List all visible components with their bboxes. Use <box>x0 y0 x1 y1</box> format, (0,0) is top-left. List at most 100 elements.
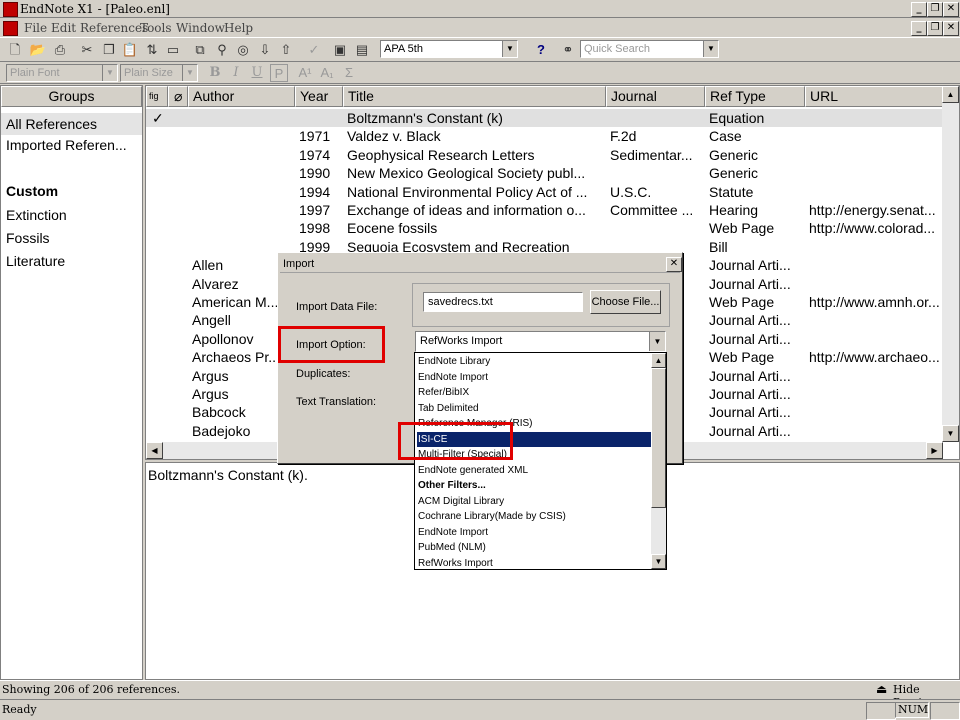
link-icon[interactable]: ⧉ <box>191 41 209 59</box>
group-literature[interactable]: Literature <box>6 253 65 269</box>
group-fossils[interactable]: Fossils <box>6 230 50 246</box>
export-icon[interactable]: ⇧ <box>277 41 295 59</box>
spellcheck-icon[interactable]: ✓ <box>305 41 323 59</box>
symbol-button[interactable]: Σ <box>340 64 358 82</box>
table-row[interactable]: 1994 National Environmental Policy Act of… <box>146 183 943 201</box>
menu-edit[interactable]: Edit <box>51 21 76 35</box>
restore-button[interactable]: ❐ <box>927 2 943 17</box>
find-fulltext-icon[interactable]: ⚲ <box>213 41 231 59</box>
scroll-down-icon[interactable]: ▼ <box>942 425 959 442</box>
window-icon[interactable]: ▤ <box>353 41 371 59</box>
superscript-button[interactable]: A¹ <box>296 64 314 82</box>
new-icon[interactable]: 🗋 <box>6 41 24 59</box>
dropdown-option[interactable]: EndNote Import <box>417 370 651 385</box>
cell-type: Journal Arti... <box>709 275 791 292</box>
plain-button[interactable]: P <box>270 64 288 82</box>
scroll-down-icon[interactable]: ▼ <box>651 554 666 569</box>
column-url[interactable]: URL <box>805 86 943 107</box>
import-icon[interactable]: ⇩ <box>256 41 274 59</box>
help-icon[interactable]: ? <box>532 41 550 59</box>
cell-type: Journal Arti... <box>709 367 791 384</box>
cell-year: 1971 <box>299 128 331 145</box>
column-title[interactable]: Title <box>343 86 606 107</box>
figure-column-header[interactable]: fig <box>146 86 168 107</box>
groups-header[interactable]: Groups <box>1 86 142 107</box>
cell-type: Journal Arti... <box>709 257 791 274</box>
minimize-button[interactable]: _ <box>911 2 927 17</box>
dropdown-option[interactable]: Refer/BibIX <box>417 385 651 400</box>
font-select[interactable]: Plain Font ▼ <box>6 64 118 82</box>
table-row[interactable]: 1990 New Mexico Geological Society publ..… <box>146 164 943 182</box>
underline-button[interactable]: U <box>248 64 266 82</box>
choose-file-button[interactable]: Choose File... <box>590 290 661 314</box>
dropdown-option[interactable]: PubMed (NLM) <box>417 540 651 555</box>
dropdown-scrollbar[interactable]: ▲ ▼ <box>651 353 666 569</box>
group-set-custom[interactable]: Custom <box>6 183 58 199</box>
cut-icon[interactable]: ✂ <box>78 41 96 59</box>
scroll-right-icon[interactable]: ▶ <box>926 442 943 459</box>
paste-icon[interactable]: 📋 <box>121 41 139 59</box>
subscript-button[interactable]: A₁ <box>318 64 336 82</box>
output-style-select[interactable]: APA 5th ▼ <box>380 40 518 58</box>
open-icon[interactable]: 📂 <box>29 41 47 59</box>
table-row[interactable]: 1997 Exchange of ideas and information o.… <box>146 201 943 219</box>
group-extinction[interactable]: Extinction <box>6 207 67 223</box>
menu-tools[interactable]: Tools <box>140 21 172 35</box>
scroll-thumb[interactable] <box>651 368 666 508</box>
vertical-scrollbar[interactable]: ▲ ▼ <box>942 86 959 442</box>
dropdown-option[interactable]: ACM Digital Library <box>417 494 651 509</box>
table-row[interactable]: ✓ Boltzmann's Constant (k) Equation <box>146 109 943 127</box>
dropdown-option[interactable]: Tab Delimited <box>417 401 651 416</box>
cell-type: Generic <box>709 146 759 163</box>
close-button[interactable]: ✕ <box>943 2 959 17</box>
doc-close-button[interactable]: ✕ <box>943 21 959 36</box>
group-all-references[interactable]: All References <box>1 113 142 135</box>
cell-year: 1990 <box>299 165 331 182</box>
bold-button[interactable]: B <box>206 64 224 82</box>
group-imported-references[interactable]: Imported Referen... <box>6 137 127 153</box>
dropdown-option[interactable]: Other Filters... <box>417 478 651 493</box>
font-value: Plain Font <box>10 67 60 79</box>
import-option-select[interactable]: RefWorks Import ▼ <box>415 331 666 352</box>
table-row[interactable]: 1971 Valdez v. Black F.2d Case <box>146 127 943 145</box>
groups-panel: Groups All References Imported Referen..… <box>0 85 143 680</box>
import-option-dropdown: EndNote Library EndNote Import Refer/BibIX… <box>414 352 667 570</box>
dropdown-option[interactable]: Cochrane Library(Made by CSIS) <box>417 509 651 524</box>
dropdown-option[interactable]: EndNote Library <box>417 354 651 369</box>
online-search-icon[interactable]: ◎ <box>234 41 252 59</box>
cell-title: National Environmental Policy Act of ... <box>347 183 588 200</box>
column-author[interactable]: Author <box>188 86 295 107</box>
sort-icon[interactable]: ⇅ <box>143 41 161 59</box>
table-row[interactable]: 1998 Eocene fossils Web Page http://www.col… <box>146 219 943 237</box>
new-reference-icon[interactable]: ▭ <box>164 41 182 59</box>
eject-icon[interactable]: ⏏ <box>876 682 887 696</box>
menu-window[interactable]: Window <box>176 21 225 35</box>
size-select[interactable]: Plain Size ▼ <box>120 64 198 82</box>
import-data-file-field[interactable]: savedrecs.txt <box>423 292 583 312</box>
column-journal[interactable]: Journal <box>606 86 705 107</box>
binoculars-icon[interactable]: ⚭ <box>559 41 577 59</box>
copy-icon[interactable]: ❐ <box>100 41 118 59</box>
print-icon[interactable]: ⎙ <box>51 41 69 59</box>
doc-restore-button[interactable]: ❐ <box>927 21 943 36</box>
doc-minimize-button[interactable]: _ <box>911 21 927 36</box>
quick-search-input[interactable]: Quick Search ▼ <box>580 40 719 58</box>
dropdown-option[interactable]: EndNote Import <box>417 525 651 540</box>
column-year[interactable]: Year <box>295 86 343 107</box>
image-icon[interactable]: ▣ <box>331 41 349 59</box>
scroll-up-icon[interactable]: ▲ <box>942 86 959 103</box>
close-icon[interactable]: ✕ <box>666 257 682 272</box>
scroll-left-icon[interactable]: ◀ <box>146 442 163 459</box>
dropdown-option[interactable]: RefWorks Import <box>417 556 651 571</box>
menu-file[interactable]: File <box>24 21 47 35</box>
table-row[interactable]: 1974 Geophysical Research Letters Sediment… <box>146 146 943 164</box>
chevron-down-icon[interactable]: ▼ <box>649 332 665 351</box>
dropdown-option[interactable]: EndNote generated XML <box>417 463 651 478</box>
italic-button[interactable]: I <box>227 64 245 82</box>
column-ref-type[interactable]: Ref Type <box>705 86 805 107</box>
main-toolbar: 🗋 📂 ⎙ ✂ ❐ 📋 ⇅ ▭ ⧉ ⚲ ◎ ⇩ ⇧ ✓ ▣ ▤ APA 5th … <box>0 38 960 62</box>
attachment-column-header[interactable]: ⌀ <box>168 86 188 107</box>
scroll-up-icon[interactable]: ▲ <box>651 353 666 368</box>
menu-help[interactable]: Help <box>224 21 253 35</box>
menu-references[interactable]: References <box>80 21 148 35</box>
